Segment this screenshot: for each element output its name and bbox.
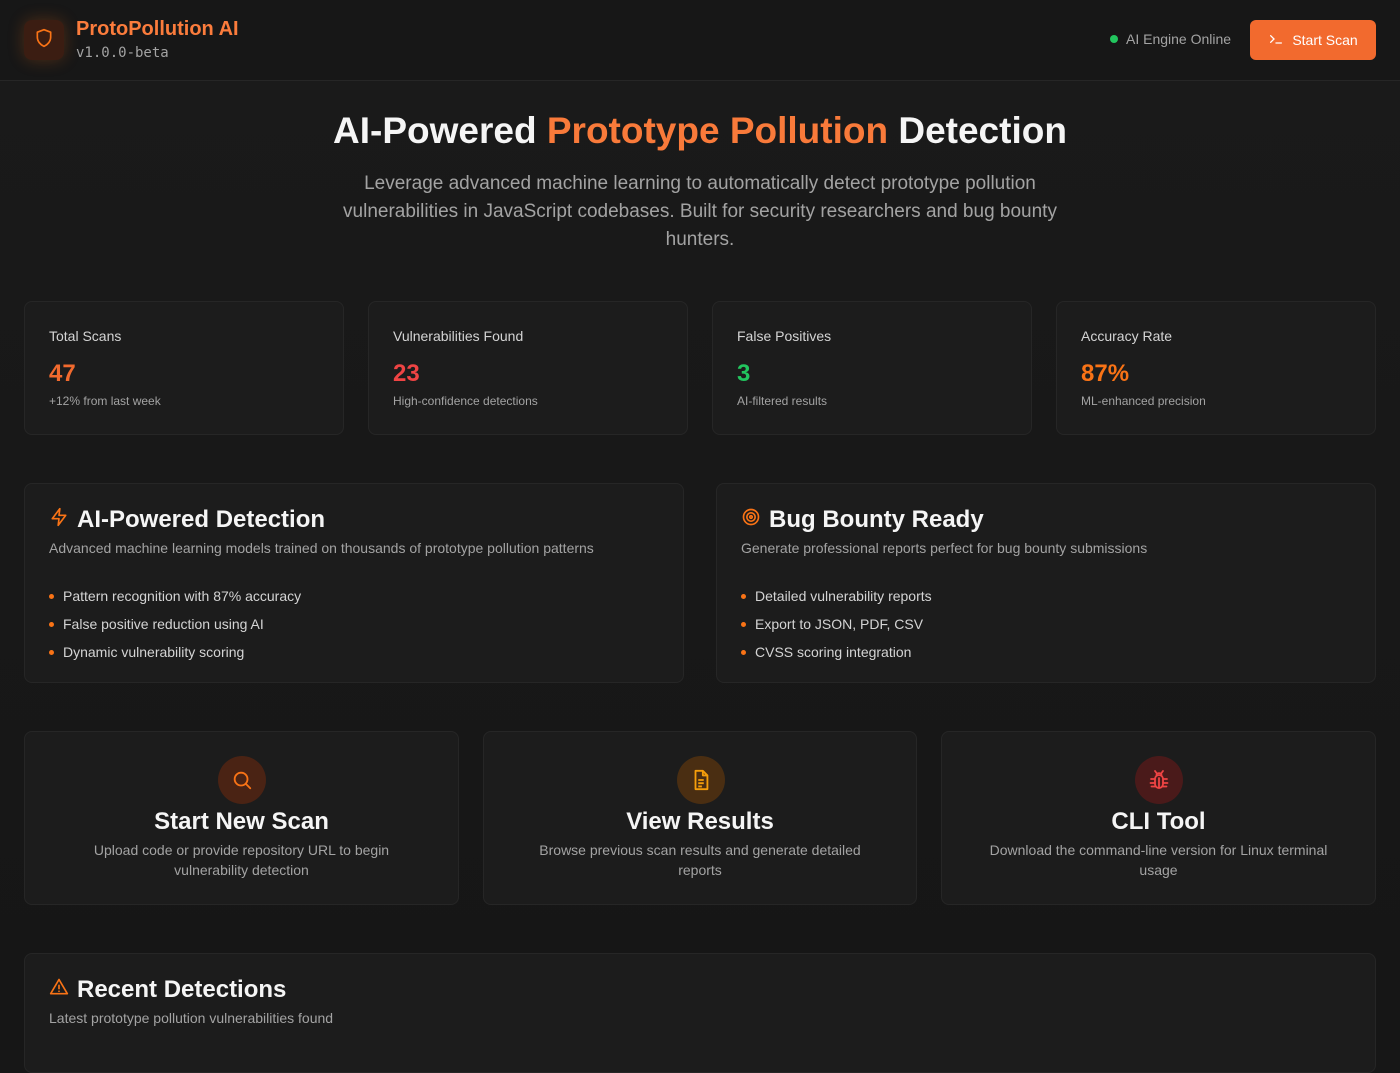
engine-status-label: AI Engine Online [1126,31,1232,47]
action-title: Start New Scan [154,808,329,835]
recent-detections-description: Latest prototype pollution vulnerabiliti… [49,1010,334,1026]
recent-detections-title: Recent Detections [49,976,286,1004]
list-item: CVSS scoring integration [741,638,932,666]
warning-icon [49,976,69,1004]
list-item: Detailed vulnerability reports [741,582,932,610]
feature-title: AI-Powered Detection [49,506,325,534]
stat-card-false-positives: False Positives 3 AI-filtered results [712,301,1032,435]
hero-subtitle: Leverage advanced machine learning to au… [343,173,1057,250]
recent-title-text: Recent Detections [77,976,287,1003]
target-icon [741,506,761,534]
bug-icon [1135,756,1183,804]
feature-title: Bug Bounty Ready [741,506,984,534]
stat-label: Accuracy Rate [1081,328,1173,344]
stat-label: Total Scans [49,328,122,344]
hero-title: AI-Powered Prototype Pollution Detection [0,110,1400,152]
cli-tool-card[interactable]: CLI Tool Download the command-line versi… [941,731,1376,905]
engine-status: AI Engine Online [1110,31,1231,47]
recent-detections-panel: Recent Detections Latest prototype pollu… [24,953,1376,1073]
feature-card-ai-detection: AI-Powered Detection Advanced machine le… [24,483,684,683]
list-item: False positive reduction using AI [49,610,301,638]
list-item-text: Detailed vulnerability reports [755,588,932,604]
action-title: CLI Tool [1111,808,1206,835]
list-item: Export to JSON, PDF, CSV [741,610,932,638]
list-item: Pattern recognition with 87% accuracy [49,582,301,610]
search-icon [218,756,266,804]
list-item-text: Export to JSON, PDF, CSV [755,616,924,632]
hero-title-accent: Prototype Pollution [546,110,889,151]
stat-note: +12% from last week [49,394,161,408]
top-header: ProtoPollution AI v1.0.0-beta AI Engine … [0,0,1400,81]
hero-title-suffix: Detection [888,110,1067,151]
bullet-icon [741,621,746,627]
stat-card-accuracy: Accuracy Rate 87% ML-enhanced precision [1056,301,1376,435]
view-results-card[interactable]: View Results Browse previous scan result… [483,731,917,905]
stat-label: Vulnerabilities Found [393,328,524,344]
action-description: Browse previous scan results and generat… [539,842,861,878]
start-scan-button[interactable]: Start Scan [1250,20,1376,60]
list-item-text: Pattern recognition with 87% accuracy [63,588,302,604]
hero-title-prefix: AI-Powered [333,110,547,151]
feature-list: Detailed vulnerability reports Export to… [741,582,932,666]
app-name: ProtoPollution AI [76,18,239,40]
lightning-icon [49,506,69,534]
terminal-icon [1268,31,1284,50]
start-new-scan-card[interactable]: Start New Scan Upload code or provide re… [24,731,459,905]
app-logo [24,20,64,60]
list-item-text: CVSS scoring integration [755,644,912,660]
bullet-icon [49,649,54,655]
document-icon [677,756,725,804]
action-description: Upload code or provide repository URL to… [93,842,390,878]
stat-value: 23 [393,360,420,387]
stat-value: 87% [1081,360,1130,387]
feature-card-bug-bounty: Bug Bounty Ready Generate professional r… [716,483,1376,683]
shield-icon [34,28,54,53]
stat-note: ML-enhanced precision [1081,394,1206,408]
stat-value: 47 [49,360,76,387]
action-description: Download the command-line version for Li… [989,842,1328,878]
bullet-icon [741,593,746,599]
bullet-icon [49,621,54,627]
list-item: Dynamic vulnerability scoring [49,638,301,666]
list-item-text: Dynamic vulnerability scoring [63,644,245,660]
stat-value: 3 [737,360,751,387]
stat-card-total-scans: Total Scans 47 +12% from last week [24,301,344,435]
feature-description: Generate professional reports perfect fo… [741,540,1148,556]
feature-list: Pattern recognition with 87% accuracy Fa… [49,582,301,666]
feature-description: Advanced machine learning models trained… [49,540,594,556]
bullet-icon [49,593,54,599]
stat-label: False Positives [737,328,832,344]
stat-note: High-confidence detections [393,394,538,408]
app-version: v1.0.0-beta [76,45,169,61]
stat-card-vulnerabilities: Vulnerabilities Found 23 High-confidence… [368,301,688,435]
action-title: View Results [626,808,774,835]
bullet-icon [741,649,746,655]
feature-title-text: Bug Bounty Ready [769,506,984,533]
status-dot-icon [1110,35,1118,43]
stat-note: AI-filtered results [737,394,828,408]
list-item-text: False positive reduction using AI [63,616,264,632]
feature-title-text: AI-Powered Detection [77,506,326,533]
start-scan-label: Start Scan [1292,32,1358,48]
